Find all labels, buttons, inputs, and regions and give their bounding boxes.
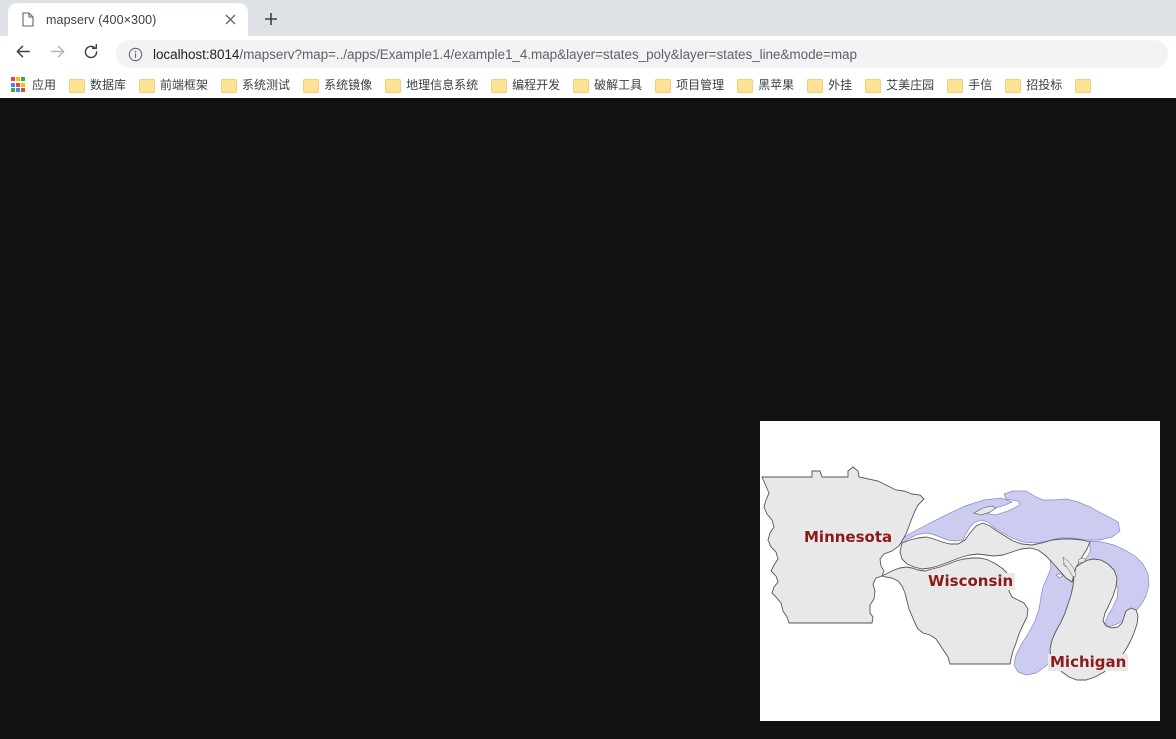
bookmark-label: 前端框架 — [160, 78, 209, 92]
bookmark-item[interactable]: 招投标 — [1000, 74, 1070, 96]
map-label-wisconsin: Wisconsin — [926, 572, 1016, 591]
bookmark-label: 系统测试 — [242, 78, 291, 92]
bookmark-label: 应用 — [32, 78, 57, 92]
folder-icon — [220, 78, 238, 93]
arrow-left-icon — [14, 42, 33, 66]
address-bar[interactable]: localhost:8014/mapserv?map=../apps/Examp… — [116, 40, 1168, 68]
back-button[interactable] — [8, 39, 38, 69]
new-tab-button[interactable] — [257, 5, 285, 33]
folder-icon — [138, 78, 156, 93]
reload-icon — [82, 43, 100, 66]
tab-title: mapserv (400×300) — [46, 12, 157, 27]
bookmark-label: 黑苹果 — [758, 78, 795, 92]
page-viewport: Minnesota Wisconsin Michigan — [0, 98, 1176, 739]
reload-button[interactable] — [76, 39, 106, 69]
bookmarks-bar: 应用 数据库 前端框架 系统测试 系统镜像 地理信息系统 编程开发 破解工具 项目管理 黑苹果 外挂… — [0, 72, 1176, 98]
info-circle-icon[interactable] — [126, 45, 144, 63]
bookmark-item[interactable]: 系统测试 — [216, 74, 298, 96]
bookmark-item[interactable]: 项目管理 — [650, 74, 732, 96]
forward-button[interactable] — [42, 39, 72, 69]
close-icon[interactable] — [220, 10, 240, 30]
bookmark-item[interactable]: 外挂 — [802, 74, 860, 96]
folder-icon — [384, 78, 402, 93]
bookmark-item[interactable]: 应用 — [6, 74, 64, 96]
folder-icon — [736, 78, 754, 93]
folder-icon — [490, 78, 508, 93]
folder-icon — [946, 78, 964, 93]
bookmark-item[interactable]: 前端框架 — [134, 74, 216, 96]
folder-icon — [1004, 78, 1022, 93]
tab-strip: mapserv (400×300) — [0, 0, 1176, 36]
bookmark-item[interactable]: 手信 — [942, 74, 1000, 96]
bookmark-item[interactable] — [1070, 74, 1104, 96]
url-host: localhost:8014 — [153, 46, 240, 62]
bookmark-item[interactable]: 地理信息系统 — [380, 74, 486, 96]
folder-icon — [68, 78, 86, 93]
folder-icon — [654, 78, 672, 93]
map-svg — [760, 421, 1160, 721]
address-bar-url: localhost:8014/mapserv?map=../apps/Examp… — [153, 47, 857, 62]
folder-icon — [806, 78, 824, 93]
bookmark-label: 手信 — [968, 78, 993, 92]
apps-grid-icon — [10, 77, 26, 93]
browser-toolbar: localhost:8014/mapserv?map=../apps/Examp… — [0, 36, 1176, 72]
bookmark-item[interactable]: 黑苹果 — [732, 74, 802, 96]
bookmark-label: 系统镜像 — [324, 78, 373, 92]
folder-icon — [302, 78, 320, 93]
map-label-michigan: Michigan — [1048, 653, 1129, 672]
bookmark-item[interactable]: 破解工具 — [568, 74, 650, 96]
folder-icon — [1074, 78, 1092, 93]
bookmark-label: 数据库 — [90, 78, 127, 92]
bookmark-label: 地理信息系统 — [406, 78, 479, 92]
bookmark-label: 招投标 — [1026, 78, 1063, 92]
bookmark-item[interactable]: 系统镜像 — [298, 74, 380, 96]
folder-icon — [864, 78, 882, 93]
document-icon — [20, 12, 36, 28]
arrow-right-icon — [48, 42, 67, 66]
mapserver-map-image[interactable]: Minnesota Wisconsin Michigan — [760, 421, 1160, 721]
bookmark-item[interactable]: 编程开发 — [486, 74, 568, 96]
bookmark-item[interactable]: 艾美庄园 — [860, 74, 942, 96]
url-path: /mapserv?map=../apps/Example1.4/example1… — [239, 46, 857, 62]
folder-icon — [572, 78, 590, 93]
browser-tab[interactable]: mapserv (400×300) — [8, 3, 248, 36]
bookmark-label: 项目管理 — [676, 78, 725, 92]
bookmark-label: 编程开发 — [512, 78, 561, 92]
browser-window: mapserv (400×300) localhost:8014/mapserv… — [0, 0, 1176, 739]
bookmark-label: 破解工具 — [594, 78, 643, 92]
map-label-minnesota: Minnesota — [802, 528, 895, 547]
bookmark-label: 艾美庄园 — [886, 78, 935, 92]
bookmark-label: 外挂 — [828, 78, 853, 92]
bookmark-item[interactable]: 数据库 — [64, 74, 134, 96]
